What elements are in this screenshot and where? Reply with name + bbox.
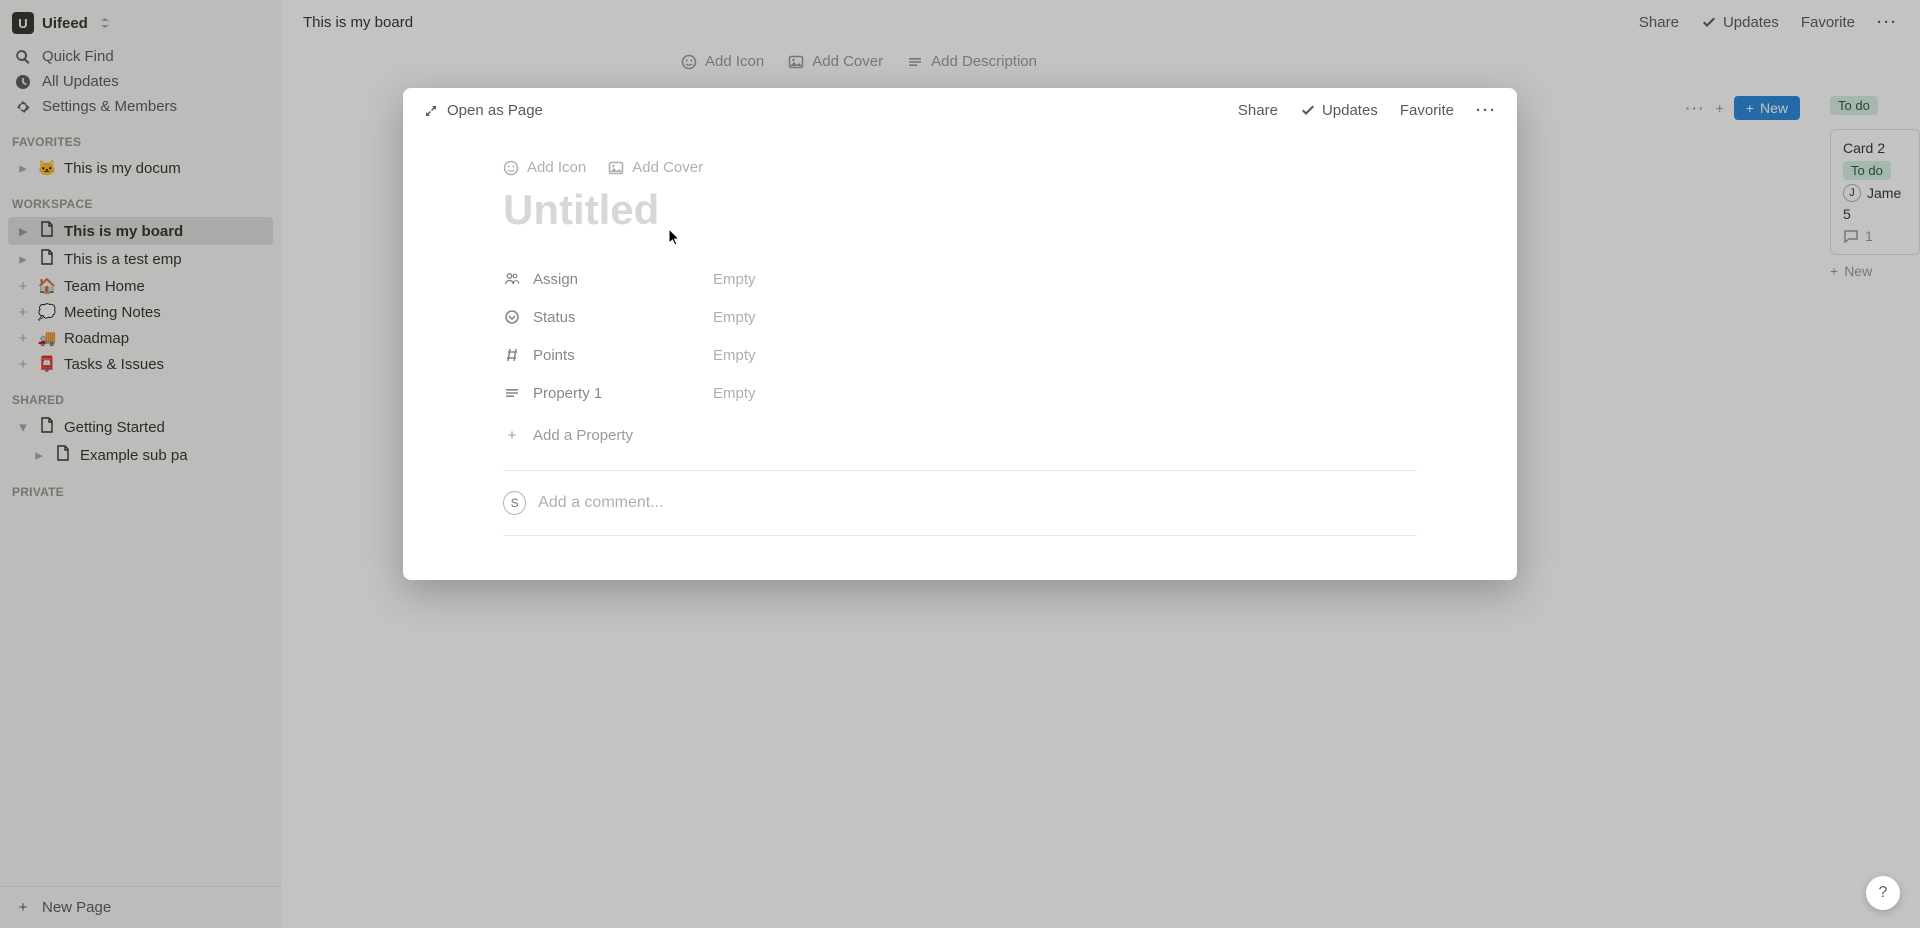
property-name: Property 1 xyxy=(533,385,602,402)
hash-icon xyxy=(503,346,521,364)
divider xyxy=(503,535,1417,536)
modal-updates-button[interactable]: Updates xyxy=(1300,102,1378,119)
page-modal: Open as Page Share Updates Favorite ··· … xyxy=(403,88,1517,580)
property-name: Assign xyxy=(533,271,578,288)
check-icon xyxy=(1300,103,1316,119)
modal-body: Add Icon Add Cover Assign Empty Status Empt… xyxy=(403,125,1517,580)
tag-icon xyxy=(503,308,521,326)
avatar: S xyxy=(503,491,526,515)
property-value[interactable]: Empty xyxy=(713,385,756,402)
property-name: Status xyxy=(533,309,576,326)
comment-row: S xyxy=(503,487,1417,535)
modal-add-cover-button[interactable]: Add Cover xyxy=(608,159,703,176)
modal-topbar: Open as Page Share Updates Favorite ··· xyxy=(403,88,1517,125)
divider xyxy=(503,470,1417,471)
modal-share-button[interactable]: Share xyxy=(1238,102,1278,119)
property-row-3[interactable]: Property 1 Empty xyxy=(503,374,1417,412)
property-value[interactable]: Empty xyxy=(713,347,756,364)
property-value[interactable]: Empty xyxy=(713,271,756,288)
property-value[interactable]: Empty xyxy=(713,309,756,326)
smiley-icon xyxy=(503,160,519,176)
plus-icon: + xyxy=(503,426,521,444)
expand-icon xyxy=(423,103,439,119)
person-icon xyxy=(503,270,521,288)
property-row-0[interactable]: Assign Empty xyxy=(503,260,1417,298)
add-property-button[interactable]: + Add a Property xyxy=(503,412,1417,458)
text-icon xyxy=(503,384,521,402)
property-row-1[interactable]: Status Empty xyxy=(503,298,1417,336)
page-title-input[interactable] xyxy=(503,182,1417,244)
modal-overlay[interactable]: Open as Page Share Updates Favorite ··· … xyxy=(0,0,1920,928)
modal-more-icon[interactable]: ··· xyxy=(1476,102,1497,119)
image-icon xyxy=(608,160,624,176)
property-name: Points xyxy=(533,347,575,364)
property-row-2[interactable]: Points Empty xyxy=(503,336,1417,374)
help-button[interactable]: ? xyxy=(1866,876,1900,910)
comment-input[interactable] xyxy=(538,494,1417,512)
modal-add-icon-button[interactable]: Add Icon xyxy=(503,159,586,176)
properties-list: AssignEmptyStatusEmptyPointsEmptyPropert… xyxy=(503,244,1417,412)
open-as-page-button[interactable]: Open as Page xyxy=(423,102,543,119)
modal-favorite-button[interactable]: Favorite xyxy=(1400,102,1454,119)
